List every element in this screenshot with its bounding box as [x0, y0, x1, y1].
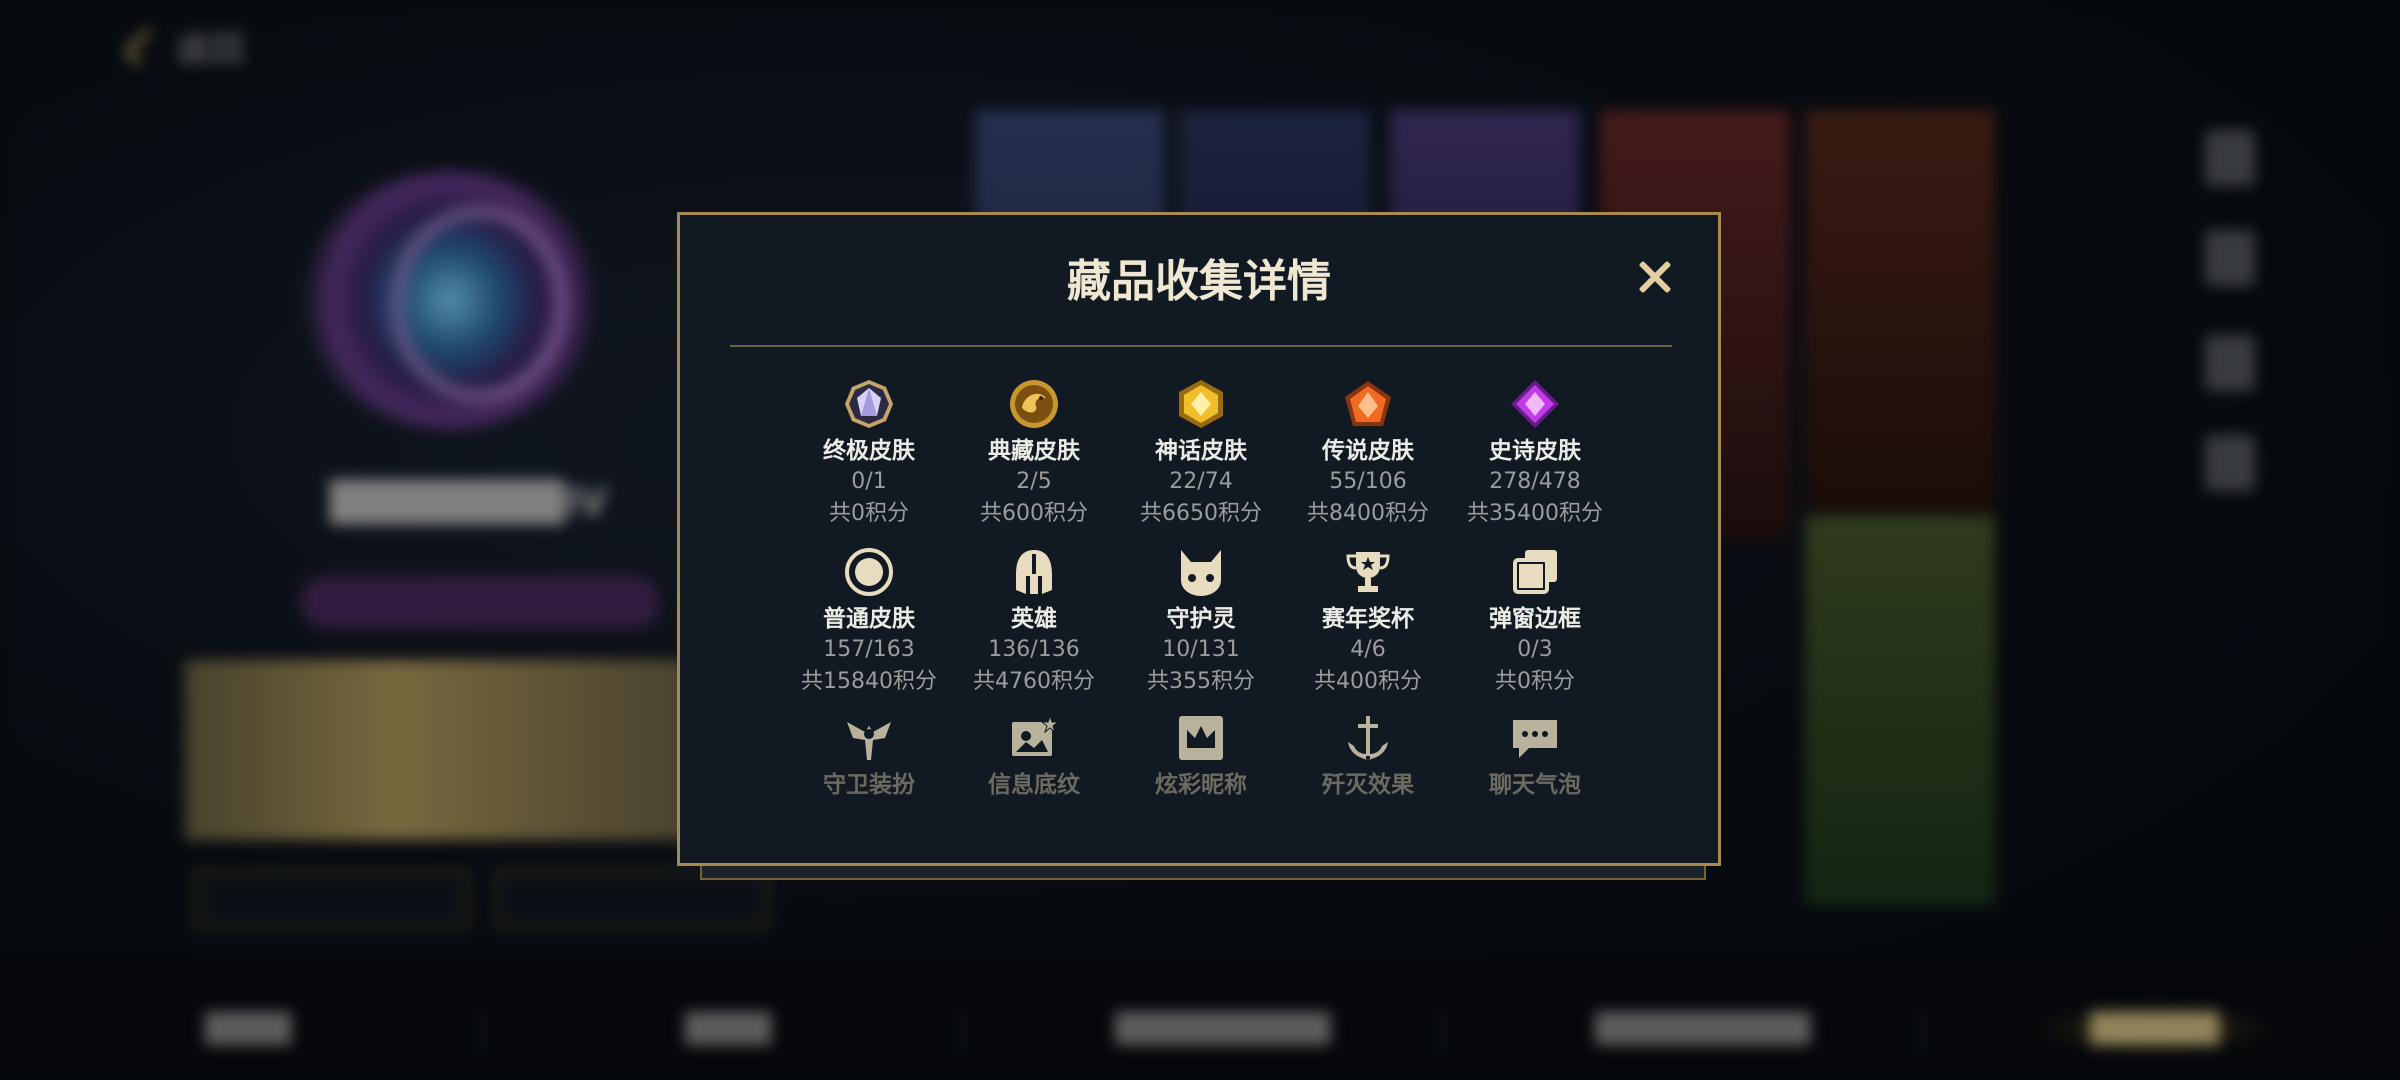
- nickname-crown-icon: [1175, 712, 1227, 764]
- collection-item[interactable]: 聊天气泡: [1435, 712, 1635, 800]
- mythic-gold-gem-icon: [1175, 378, 1227, 430]
- epic-purple-gem-icon: [1509, 378, 1561, 430]
- item-count: 0/3: [1517, 637, 1553, 662]
- ward-skin-icon: [843, 712, 895, 764]
- collection-grid: 终极皮肤 0/1 共0积分 典藏皮肤 2/5 共600积分 神话皮肤 22/74 共6650积分…: [680, 215, 1718, 863]
- item-points: 共35400积分: [1467, 501, 1603, 526]
- ultimate-skin-gem-icon: [843, 378, 895, 430]
- collection-details-dialog: 藏品收集详情 终极皮肤 0/1 共0积分 典藏皮肤 2/5 共600积分 神话皮肤 22/74…: [677, 212, 1721, 866]
- prestige-dragon-coin-icon: [1008, 378, 1060, 430]
- collection-item[interactable]: 弹窗边框 0/3 共0积分: [1435, 546, 1635, 698]
- trophy-icon: [1342, 546, 1394, 598]
- frame-stack-icon: [1509, 546, 1561, 598]
- item-name: 弹窗边框: [1489, 606, 1581, 632]
- ace-anchor-icon: [1342, 712, 1394, 764]
- companion-creature-icon: [1175, 546, 1227, 598]
- profile-banner-icon: [1008, 712, 1060, 764]
- item-name: 史诗皮肤: [1489, 438, 1581, 464]
- champion-helmet-icon: [1008, 546, 1060, 598]
- chat-bubble-icon: [1509, 712, 1561, 764]
- item-count: 278/478: [1489, 469, 1581, 494]
- collection-item[interactable]: 史诗皮肤 278/478 共35400积分: [1435, 378, 1635, 530]
- item-name: 聊天气泡: [1489, 772, 1581, 798]
- legendary-orange-gem-icon: [1342, 378, 1394, 430]
- standard-skin-ring-icon: [843, 546, 895, 598]
- item-points: 共0积分: [1495, 669, 1575, 694]
